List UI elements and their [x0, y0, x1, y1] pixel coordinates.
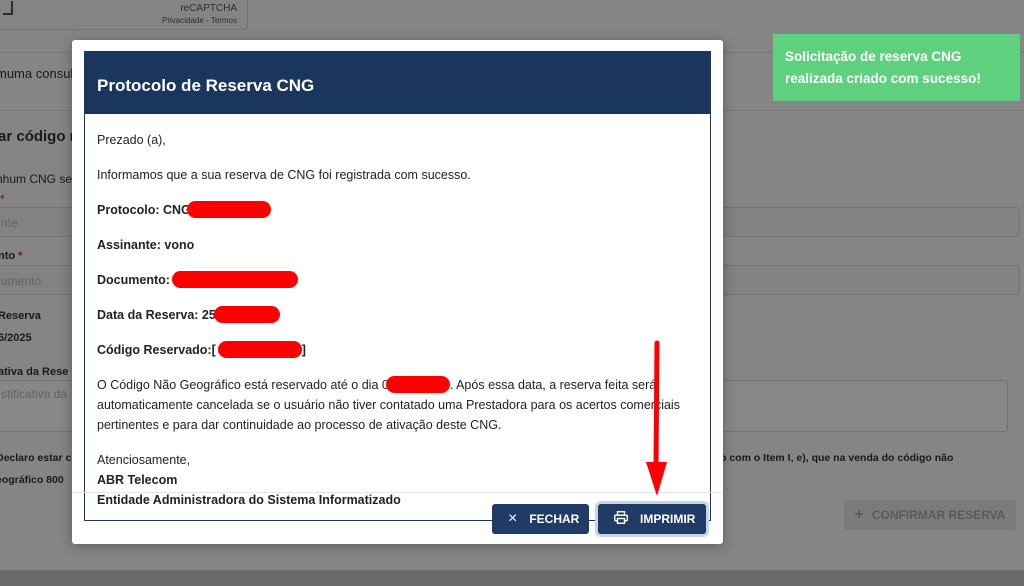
- annotation-arrow-shaft: [653, 340, 660, 469]
- annotation-arrow-head: [646, 462, 667, 496]
- annotation-arrow: [646, 340, 667, 496]
